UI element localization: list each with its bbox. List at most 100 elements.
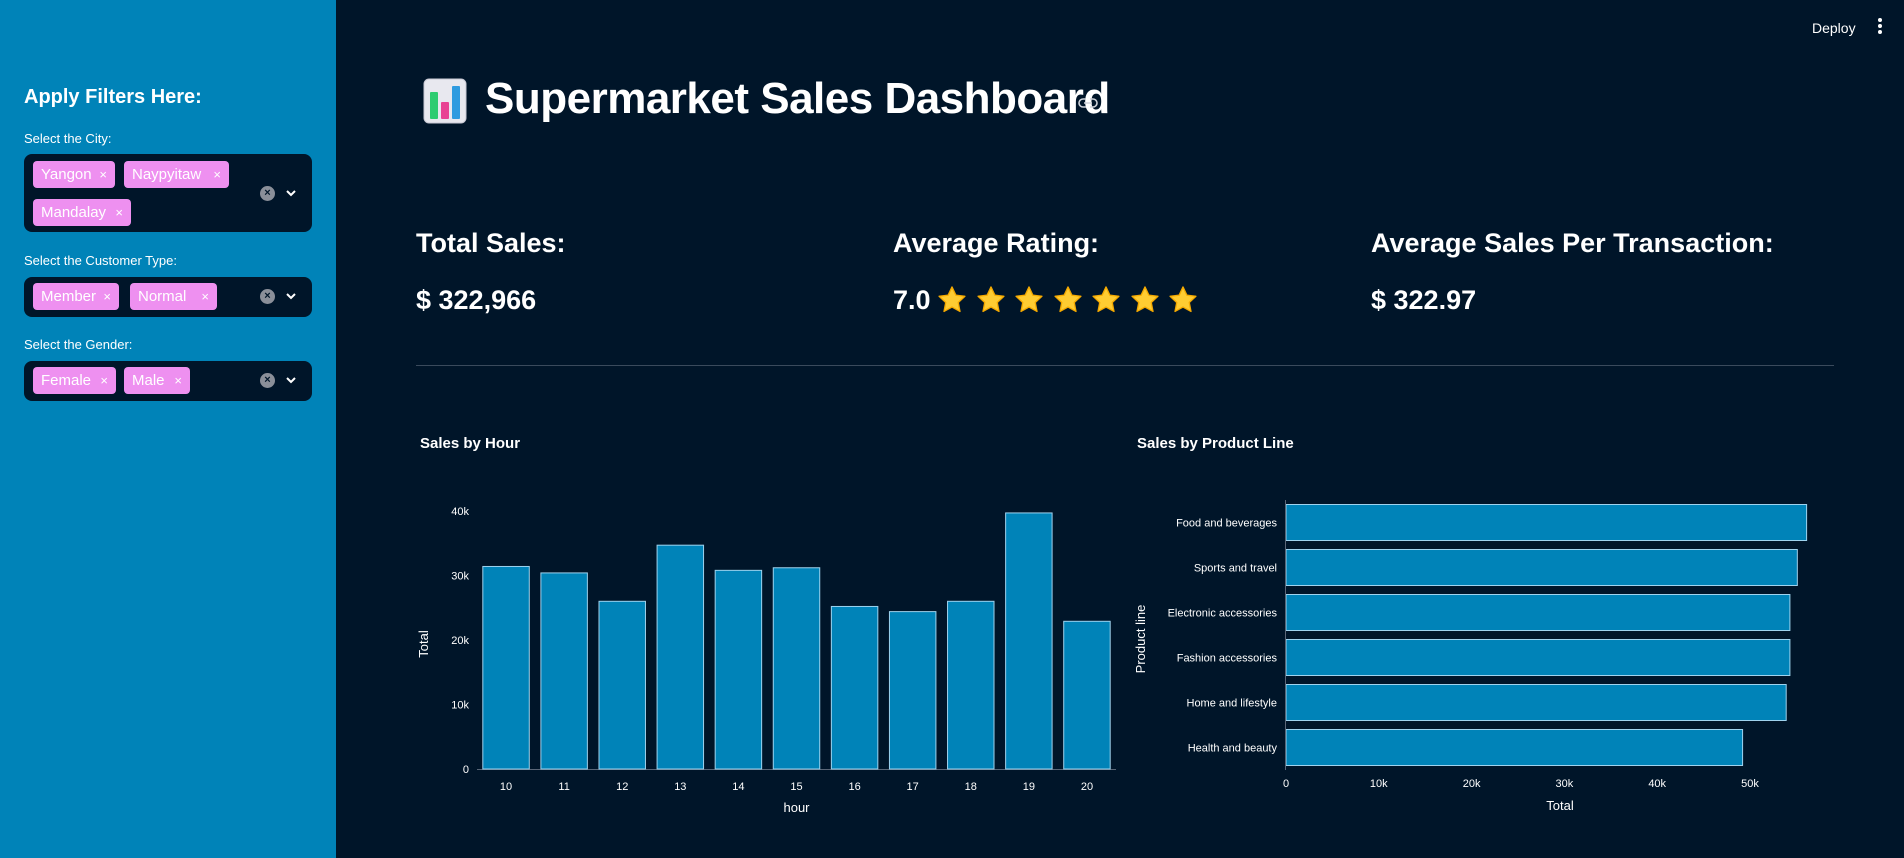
bar xyxy=(947,600,995,770)
tag-remove-icon[interactable]: × xyxy=(115,199,123,226)
customer-type-tag[interactable]: Normal × xyxy=(130,283,217,310)
bar xyxy=(1285,729,1744,766)
x-tick-label: 18 xyxy=(965,781,977,793)
star-icon xyxy=(976,286,1005,313)
tag-remove-icon[interactable]: × xyxy=(213,161,221,188)
y-axis-label: Product line xyxy=(1133,605,1148,674)
total-sales-value: $ 322,966 xyxy=(416,285,537,315)
x-tick-label: 12 xyxy=(616,781,628,793)
tag-remove-icon[interactable]: × xyxy=(100,367,108,394)
chevron-down-icon[interactable] xyxy=(284,289,298,303)
star-icon xyxy=(1130,286,1159,313)
page-title: Supermarket Sales Dashboard xyxy=(485,74,1110,123)
main-menu-icon[interactable] xyxy=(1876,18,1884,36)
x-tick-label: 30k xyxy=(1556,778,1574,790)
star-icon xyxy=(1169,286,1197,313)
gender-tag[interactable]: Male × xyxy=(124,367,190,394)
x-tick-label: 11 xyxy=(558,781,569,793)
x-tick-label: 20k xyxy=(1463,778,1481,790)
bar xyxy=(1063,620,1111,770)
x-tick-label: 0 xyxy=(1283,778,1289,790)
sales-by-product-line-title: Sales by Product Line xyxy=(1137,435,1294,452)
total-sales-label: Total Sales: xyxy=(416,228,566,258)
y-tick-label: 40k xyxy=(451,506,469,518)
gender-tag[interactable]: Female × xyxy=(33,367,116,394)
y-tick-label: Electronic accessories xyxy=(1168,608,1278,620)
clear-all-icon[interactable]: × xyxy=(260,186,275,201)
tag-label: Normal xyxy=(138,288,187,305)
average-rating-label: Average Rating: xyxy=(893,228,1100,258)
x-tick-label: 50k xyxy=(1741,778,1759,790)
customer-type-filter-label: Select the Customer Type: xyxy=(24,253,177,268)
x-tick-label: 19 xyxy=(1023,781,1035,793)
bar xyxy=(772,567,821,770)
x-tick-label: 10 xyxy=(500,781,512,793)
tag-remove-icon[interactable]: × xyxy=(99,161,107,188)
bar xyxy=(830,605,879,770)
sales-by-hour-title: Sales by Hour xyxy=(420,435,521,452)
tag-label: Female xyxy=(41,372,92,389)
y-tick-label: Health and beauty xyxy=(1188,743,1278,755)
tag-remove-icon[interactable]: × xyxy=(103,283,111,310)
bar-chart-emoji-icon xyxy=(423,78,467,124)
tag-label: Male xyxy=(132,372,165,389)
sales-by-hour-chart: 0 10k 20k 30k 40k 10 11 12 13 14 15 16 17 18 19 20 hour T… xyxy=(416,506,1116,815)
chevron-down-icon[interactable] xyxy=(284,373,298,387)
tag-remove-icon[interactable]: × xyxy=(174,367,182,394)
city-tag[interactable]: Mandalay × xyxy=(33,199,131,226)
average-rating-value: 7.0 xyxy=(893,285,931,315)
y-axis-label: Total xyxy=(416,630,431,658)
clear-all-icon[interactable]: × xyxy=(260,373,275,388)
tag-remove-icon[interactable]: × xyxy=(201,283,209,310)
chevron-down-icon[interactable] xyxy=(284,186,298,200)
star-icon xyxy=(938,286,966,313)
tag-label: Yangon xyxy=(41,166,92,183)
avg-per-transaction-value: $ 322.97 xyxy=(1371,285,1477,315)
deploy-button[interactable]: Deploy xyxy=(1812,20,1856,36)
bar xyxy=(1285,504,1808,541)
bar xyxy=(656,544,705,770)
x-tick-label: 14 xyxy=(732,781,744,793)
bar xyxy=(540,572,588,770)
y-tick-label: 0 xyxy=(463,764,469,776)
y-tick-label: Food and beverages xyxy=(1176,518,1277,530)
bar xyxy=(888,611,937,770)
x-tick-label: 10k xyxy=(1370,778,1388,790)
bar xyxy=(1285,594,1791,631)
star-icon xyxy=(1015,286,1043,313)
anchor-link-icon[interactable] xyxy=(1078,96,1098,110)
x-tick-label: 20 xyxy=(1081,781,1093,793)
x-tick-label: 15 xyxy=(790,781,802,793)
y-tick-label: Sports and travel xyxy=(1194,563,1277,575)
avg-per-transaction-label: Average Sales Per Transaction: xyxy=(1371,228,1774,258)
gender-multiselect[interactable]: Female × Male × × xyxy=(24,361,312,401)
x-axis-label: Total xyxy=(1546,798,1574,813)
x-axis-label: hour xyxy=(783,800,810,815)
star-icon xyxy=(1092,286,1120,313)
x-tick-label: 40k xyxy=(1648,778,1666,790)
bar xyxy=(714,569,763,770)
city-tag[interactable]: Naypyitaw × xyxy=(124,161,229,188)
bar xyxy=(1005,512,1053,770)
y-tick-label: 10k xyxy=(451,700,469,712)
sales-by-product-line-chart: Food and beverages Sports and travel Elect… xyxy=(1133,500,1808,813)
gender-filter-label: Select the Gender: xyxy=(24,337,133,352)
bar xyxy=(1285,639,1791,676)
y-tick-label: Fashion accessories xyxy=(1177,653,1278,665)
tag-label: Member xyxy=(41,288,97,305)
x-tick-label: 17 xyxy=(907,781,919,793)
y-tick-label: Home and lifestyle xyxy=(1187,698,1278,710)
sidebar: Apply Filters Here: Select the City: Yan… xyxy=(0,0,336,858)
customer-type-tag[interactable]: Member × xyxy=(33,283,119,310)
x-tick-label: 13 xyxy=(674,781,686,793)
clear-all-icon[interactable]: × xyxy=(260,289,275,304)
bar xyxy=(482,565,530,770)
customer-type-multiselect[interactable]: Member × Normal × × xyxy=(24,277,312,317)
star-icon xyxy=(1053,286,1082,313)
city-multiselect[interactable]: Yangon × Naypyitaw × Mandalay × × xyxy=(24,154,312,232)
x-tick-label: 16 xyxy=(848,781,860,793)
bar xyxy=(598,600,646,770)
tag-label: Naypyitaw xyxy=(132,166,202,183)
y-tick-label: 30k xyxy=(451,571,469,583)
city-tag[interactable]: Yangon × xyxy=(33,161,115,188)
